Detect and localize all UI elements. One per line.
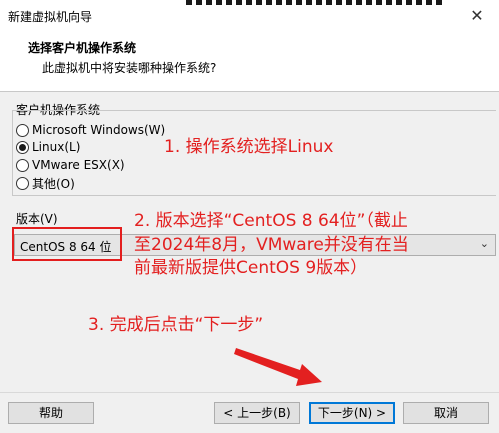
titlebar-decoration — [186, 0, 454, 8]
annotation-step2-line2: 至2024年8月，VMware并没有在当 — [134, 235, 409, 255]
wizard-header: 选择客户机操作系统 此虚拟机中将安装哪种操作系统? — [0, 30, 499, 92]
title-bar: 新建虚拟机向导 ✕ — [0, 0, 499, 30]
radio-windows[interactable]: Microsoft Windows(W) — [16, 122, 165, 138]
cancel-button[interactable]: 取消 — [403, 402, 489, 424]
radio-other[interactable]: 其他(O) — [16, 175, 75, 191]
radio-label: Linux(L) — [32, 140, 81, 154]
page-subtitle: 此虚拟机中将安装哪种操作系统? — [42, 61, 217, 75]
help-button[interactable]: 帮助 — [8, 402, 94, 424]
window-title: 新建虚拟机向导 — [8, 10, 93, 24]
radio-label: 其他(O) — [32, 176, 75, 191]
radio-selected-icon — [16, 140, 29, 154]
radio-esx[interactable]: VMware ESX(X) — [16, 157, 125, 173]
close-icon[interactable]: ✕ — [455, 0, 499, 30]
back-button[interactable]: < 上一步(B) — [214, 402, 300, 424]
radio-label: VMware ESX(X) — [32, 158, 125, 172]
chevron-down-icon: ⌄ — [479, 237, 489, 250]
highlight-box — [12, 227, 122, 261]
page-title: 选择客户机操作系统 — [28, 41, 137, 55]
radio-icon — [16, 123, 29, 137]
next-button[interactable]: 下一步(N) > — [309, 402, 395, 424]
annotation-step1: 1. 操作系统选择Linux — [164, 137, 334, 157]
radio-label: Microsoft Windows(W) — [32, 123, 166, 137]
radio-icon — [16, 158, 29, 172]
radio-linux[interactable]: Linux(L) — [16, 139, 80, 155]
annotation-step2-line1: 2. 版本选择“CentOS 8 64位”（截止 — [134, 210, 408, 232]
annotation-step3: 3. 完成后点击“下一步” — [88, 315, 264, 335]
radio-icon — [16, 176, 29, 190]
footer-divider — [0, 392, 499, 393]
pointer-arrow-icon — [234, 348, 322, 386]
version-label: 版本(V) — [16, 212, 58, 226]
annotation-step2-line3: 前最新版提供CentOS 9版本） — [134, 257, 368, 279]
